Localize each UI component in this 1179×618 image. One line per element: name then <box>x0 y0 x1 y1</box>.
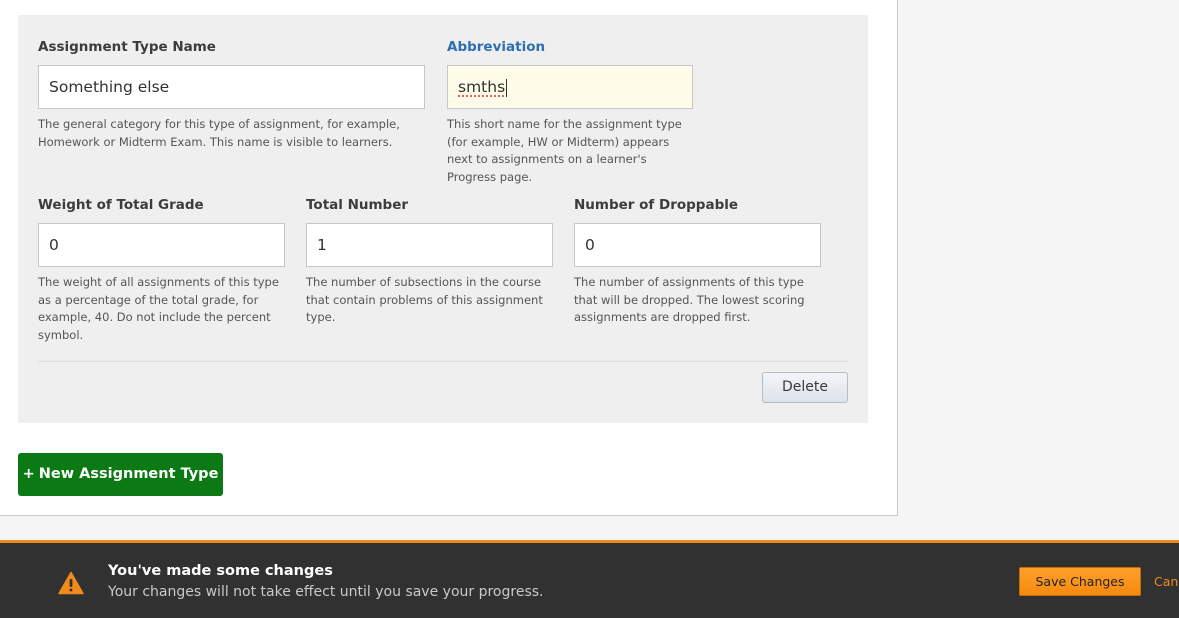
assignment-type-name-input[interactable]: Something else <box>38 65 425 109</box>
weight-field: Weight of Total Grade 0 The weight of al… <box>38 195 285 344</box>
assignment-type-name-label: Assignment Type Name <box>38 39 216 55</box>
text-caret <box>506 78 508 97</box>
assignment-type-name-field: Assignment Type Name Something else The … <box>38 37 425 151</box>
notification-title: You've made some changes <box>108 563 333 579</box>
content-panel: Assignment Type Name Something else The … <box>0 0 898 516</box>
plus-icon: + <box>22 466 35 482</box>
unsaved-changes-bar: You've made some changes Your changes wi… <box>0 540 1179 618</box>
weight-help: The weight of all assignments of this ty… <box>38 275 279 342</box>
new-assignment-type-button[interactable]: + New Assignment Type <box>18 453 223 496</box>
abbreviation-help: This short name for the assignment type … <box>447 117 682 184</box>
droppable-label: Number of Droppable <box>574 197 739 213</box>
cancel-link[interactable]: Cancel <box>1154 574 1179 589</box>
total-number-label: Total Number <box>306 197 409 213</box>
droppable-field: Number of Droppable 0 The number of assi… <box>574 195 821 327</box>
notification-message: Your changes will not take effect until … <box>108 584 544 600</box>
total-number-help: The number of subsections in the course … <box>306 275 543 324</box>
droppable-input[interactable]: 0 <box>574 223 821 267</box>
save-changes-button[interactable]: Save Changes <box>1019 567 1141 596</box>
delete-button[interactable]: Delete <box>762 372 848 403</box>
weight-label: Weight of Total Grade <box>38 197 204 213</box>
new-assignment-type-label: New Assignment Type <box>38 466 219 482</box>
droppable-help: The number of assignments of this type t… <box>574 275 805 324</box>
abbreviation-field: Abbreviation smths This short name for t… <box>447 37 693 186</box>
abbreviation-value: smths <box>458 78 506 96</box>
total-number-field: Total Number 1 The number of subsections… <box>306 195 553 327</box>
assignment-type-card: Assignment Type Name Something else The … <box>18 15 868 423</box>
abbreviation-input[interactable]: smths <box>447 65 693 109</box>
total-number-input[interactable]: 1 <box>306 223 553 267</box>
warning-icon <box>58 571 84 595</box>
assignment-type-name-help: The general category for this type of as… <box>38 117 400 149</box>
abbreviation-label: Abbreviation <box>447 39 546 55</box>
grading-settings-page: Assignment Type Name Something else The … <box>0 0 1179 618</box>
weight-input[interactable]: 0 <box>38 223 285 267</box>
card-divider <box>38 361 848 362</box>
